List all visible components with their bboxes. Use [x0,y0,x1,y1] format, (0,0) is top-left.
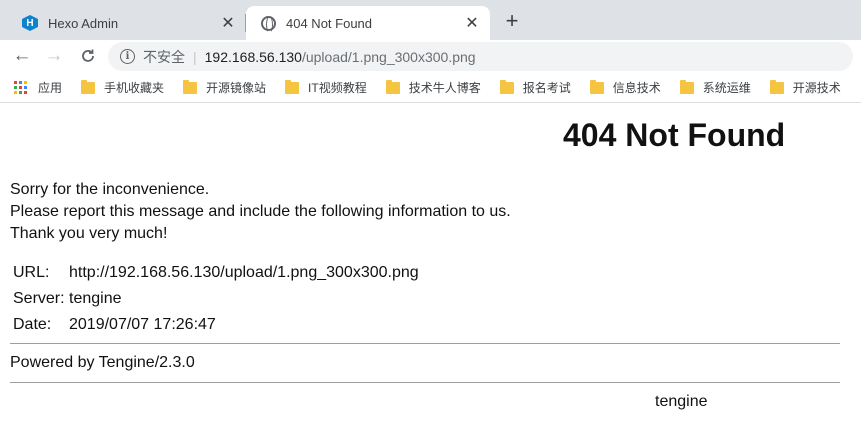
bookmark-label: 系统运维 [702,81,751,95]
folder-icon [285,79,300,94]
apps-icon [14,80,28,95]
bookmarks-bar: 应用 手机收藏夹 开源镜像站 IT视频教程 技术牛人博客 报名考试 信息技术 系… [0,73,861,103]
bookmark-folder[interactable]: 技术牛人博客 [385,79,481,96]
folder-icon [81,79,96,94]
info-label: Date: [13,316,52,333]
folder-icon [589,79,604,94]
folder-icon [769,79,784,94]
bookmark-apps[interactable]: 应用 [14,79,62,96]
new-tab-button[interactable]: + [500,8,524,33]
bookmark-folder[interactable]: 系统运维 [679,79,751,96]
page-title: 404 Not Found [563,117,786,153]
url-path[interactable]: /upload/1.png_300x300.png [302,49,476,65]
close-icon[interactable]: ✕ [218,13,238,33]
info-row-server: Server: tengine [13,286,419,312]
bookmark-folder[interactable]: 开源技术 [769,79,841,96]
info-value: tengine [69,290,122,307]
folder-icon [183,79,198,94]
browser-toolbar: ← → i 不安全 | 192.168.56.130/upload/1.png_… [0,40,861,73]
address-bar[interactable]: i 不安全 | 192.168.56.130/upload/1.png_300x… [108,42,853,71]
bookmark-label: 报名考试 [522,81,571,95]
footer-server-name: tengine [655,393,708,410]
divider [10,382,840,383]
globe-icon [260,15,276,33]
hexo-icon: H [22,15,38,31]
tab-title: Hexo Admin [48,15,119,31]
info-label: URL: [13,264,50,281]
message-line: Thank you very much! [10,225,168,242]
bookmark-folder[interactable]: 开源镜像站 [183,79,266,96]
info-row-date: Date: 2019/07/07 17:26:47 [13,312,419,338]
url-separator: | [193,48,197,65]
folder-icon [679,79,694,94]
folder-icon [385,79,400,94]
forward-button[interactable]: → [42,44,66,68]
bookmark-label: IT视频教程 [308,81,367,95]
message-line: Please report this message and include t… [10,203,511,220]
tab-404-not-found[interactable]: 404 Not Found ✕ [246,6,490,40]
bookmark-folder[interactable]: 信息技术 [589,79,661,96]
info-value: http://192.168.56.130/upload/1.png_300x3… [69,264,419,281]
info-label: Server: [13,290,65,307]
back-button[interactable]: ← [10,44,34,68]
url-host[interactable]: 192.168.56.130 [205,49,302,65]
hexo-icon-letter: H [22,15,38,31]
page-content: 404 Not Found Sorry for the inconvenienc… [0,103,861,427]
error-info-table: URL: http://192.168.56.130/upload/1.png_… [13,260,419,338]
bookmark-label: 开源技术 [792,81,841,95]
bookmark-folder[interactable]: IT视频教程 [285,79,367,96]
reload-button[interactable] [76,44,100,68]
bookmark-label: 应用 [38,81,63,95]
bookmark-folder[interactable]: 报名考试 [499,79,571,96]
powered-by: Powered by Tengine/2.3.0 [10,354,195,371]
error-message: Sorry for the inconvenience. Please repo… [10,179,511,245]
bookmark-folder[interactable]: 手机收藏夹 [81,79,164,96]
info-value: 2019/07/07 17:26:47 [69,316,216,333]
bookmark-label: 信息技术 [612,81,661,95]
folder-icon [499,79,514,94]
bookmark-label: 技术牛人博客 [408,81,481,95]
security-label[interactable]: 不安全 [143,47,185,67]
divider [10,343,840,344]
bookmark-label: 开源镜像站 [206,81,267,95]
browser-tab-strip: H Hexo Admin ✕ 404 Not Found ✕ + [0,0,861,40]
close-icon[interactable]: ✕ [462,13,482,33]
bookmark-label: 手机收藏夹 [104,81,165,95]
tab-title: 404 Not Found [286,15,373,31]
info-row-url: URL: http://192.168.56.130/upload/1.png_… [13,260,419,286]
tab-hexo-admin[interactable]: H Hexo Admin ✕ [8,6,246,40]
message-line: Sorry for the inconvenience. [10,181,210,198]
reload-icon [82,49,94,62]
info-icon[interactable]: i [120,49,135,64]
